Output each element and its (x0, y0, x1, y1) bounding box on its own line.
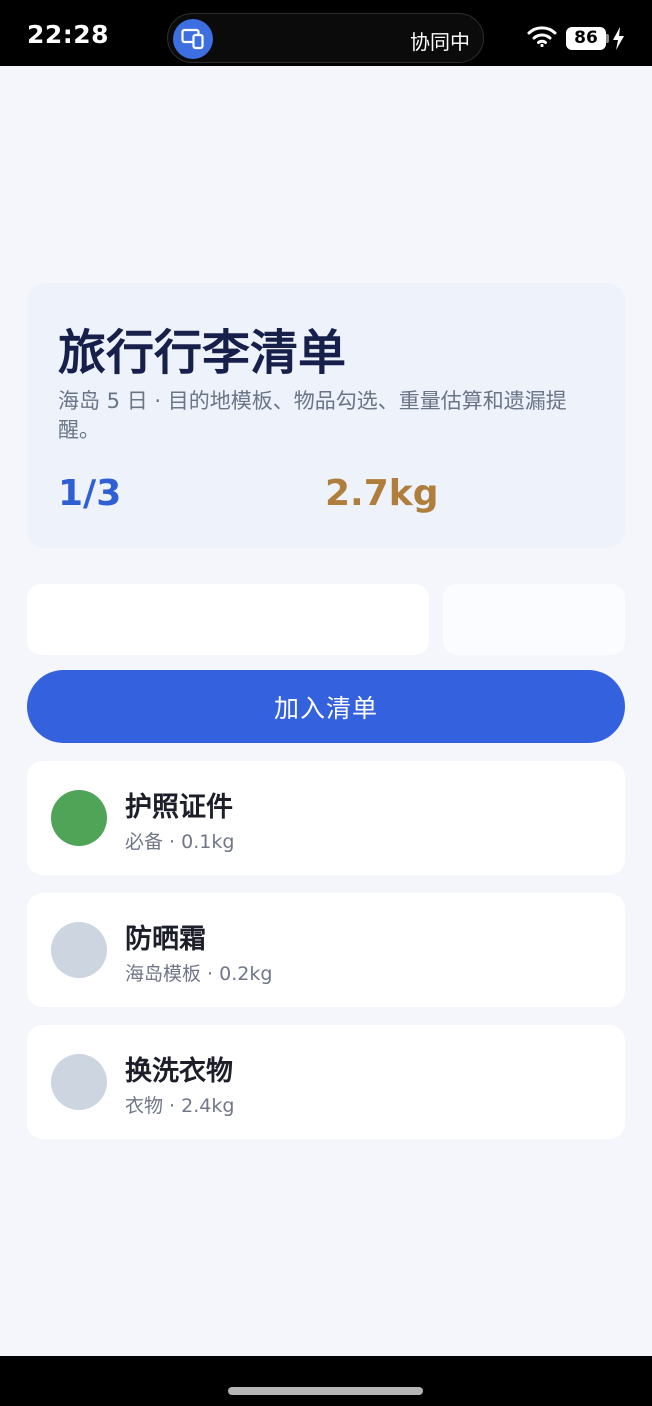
page-subtitle: 海岛 5 日 · 目的地模板、物品勾选、重量估算和遗漏提醒。 (58, 389, 567, 442)
battery-icon: 86 (566, 27, 606, 50)
summary-card: 旅行行李清单 海岛 5 日 · 目的地模板、物品勾选、重量估算和遗漏提醒。 1/… (27, 283, 625, 548)
charging-icon (612, 27, 625, 54)
item-meta: 必备 · 0.1kg (125, 831, 235, 853)
home-indicator[interactable] (228, 1387, 423, 1395)
unchecked-circle-icon[interactable] (51, 922, 107, 978)
status-time: 22:28 (27, 20, 110, 49)
list-item[interactable]: 防晒霜 海岛模板 · 0.2kg (27, 893, 625, 1007)
wifi-icon (527, 25, 557, 51)
collab-indicator[interactable]: 协同中 (167, 13, 484, 63)
list-item[interactable]: 护照证件 必备 · 0.1kg (27, 761, 625, 875)
collab-label: 协同中 (410, 30, 470, 54)
battery-tip (606, 34, 609, 43)
checked-circle-icon[interactable] (51, 790, 107, 846)
status-bar: 22:28 协同中 86 (0, 0, 652, 66)
item-name-input[interactable] (27, 584, 429, 655)
packed-progress: 1/3 (58, 473, 122, 514)
page-title: 旅行行李清单 (58, 325, 347, 381)
item-meta: 衣物 · 2.4kg (125, 1095, 235, 1117)
item-weight-input[interactable] (443, 584, 625, 655)
screen-share-icon (173, 19, 213, 59)
add-to-list-button[interactable]: 加入清单 (27, 670, 625, 743)
item-name: 防晒霜 (125, 924, 206, 955)
total-weight: 2.7kg (325, 473, 439, 514)
list-item[interactable]: 换洗衣物 衣物 · 2.4kg (27, 1025, 625, 1139)
item-name: 护照证件 (125, 792, 233, 823)
item-meta: 海岛模板 · 0.2kg (125, 963, 273, 985)
unchecked-circle-icon[interactable] (51, 1054, 107, 1110)
navigation-bar (0, 1356, 652, 1406)
item-name: 换洗衣物 (125, 1056, 233, 1087)
